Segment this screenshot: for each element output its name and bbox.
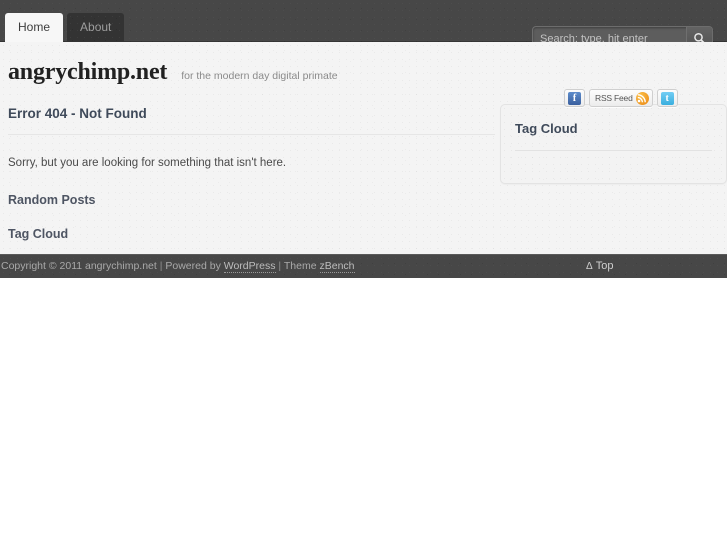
error-message: Sorry, but you are looking for something… (8, 157, 287, 170)
footer-copyright: Copyright © 2011 angrychimp.net (1, 260, 157, 272)
facebook-icon: f (568, 91, 581, 105)
nav-tab-home[interactable]: Home (5, 13, 64, 42)
footer-theme-prefix: Theme (283, 260, 320, 272)
footer-powered-prefix: Powered by (165, 260, 224, 272)
top-navigation-bar: Home About (0, 0, 727, 51)
sidebar-widget-tag-cloud: Tag Cloud (500, 104, 727, 184)
wordpress-link[interactable]: WordPress (223, 260, 276, 273)
footer-credits: Copyright © 2011 angrychimp.net | Powere… (1, 260, 355, 273)
site-tagline: for the modern day digital primate (181, 70, 338, 82)
triangle-up-icon: Δ (586, 261, 593, 272)
twitter-icon: t (660, 91, 674, 105)
nav-tab-about[interactable]: About (67, 13, 124, 42)
content-divider (8, 134, 495, 136)
page-root: Home About angrychimp.net for the modern… (0, 0, 727, 545)
site-footer: Copyright © 2011 angrychimp.net | Powere… (0, 254, 727, 279)
section-heading-random-posts: Random Posts (8, 193, 96, 208)
rss-icon (635, 91, 649, 105)
main-navigation: Home About (5, 13, 128, 42)
twitter-button[interactable]: t (656, 89, 678, 107)
back-to-top-label: Top (595, 260, 614, 272)
widget-divider (515, 149, 712, 151)
rss-feed-button[interactable]: RSS Feed (589, 89, 653, 107)
error-heading: Error 404 - Not Found (8, 106, 147, 121)
theme-zbench-link[interactable]: zBench (319, 260, 355, 273)
facebook-button[interactable]: f (564, 89, 585, 107)
social-links: f RSS Feed t (564, 89, 678, 107)
page-below-fold (0, 278, 727, 545)
widget-title: Tag Cloud (515, 121, 578, 136)
rss-feed-label: RSS Feed (595, 93, 633, 103)
site-title[interactable]: angrychimp.net (8, 60, 167, 84)
page-body: angrychimp.net for the modern day digita… (0, 42, 727, 254)
section-heading-tag-cloud: Tag Cloud (8, 227, 69, 242)
back-to-top-link[interactable]: Δ Top (586, 260, 614, 272)
sidebar: f RSS Feed t Tag Cloud (500, 89, 727, 184)
site-branding: angrychimp.net for the modern day digita… (8, 60, 338, 84)
main-content: Error 404 - Not Found Sorry, but you are… (8, 106, 495, 242)
